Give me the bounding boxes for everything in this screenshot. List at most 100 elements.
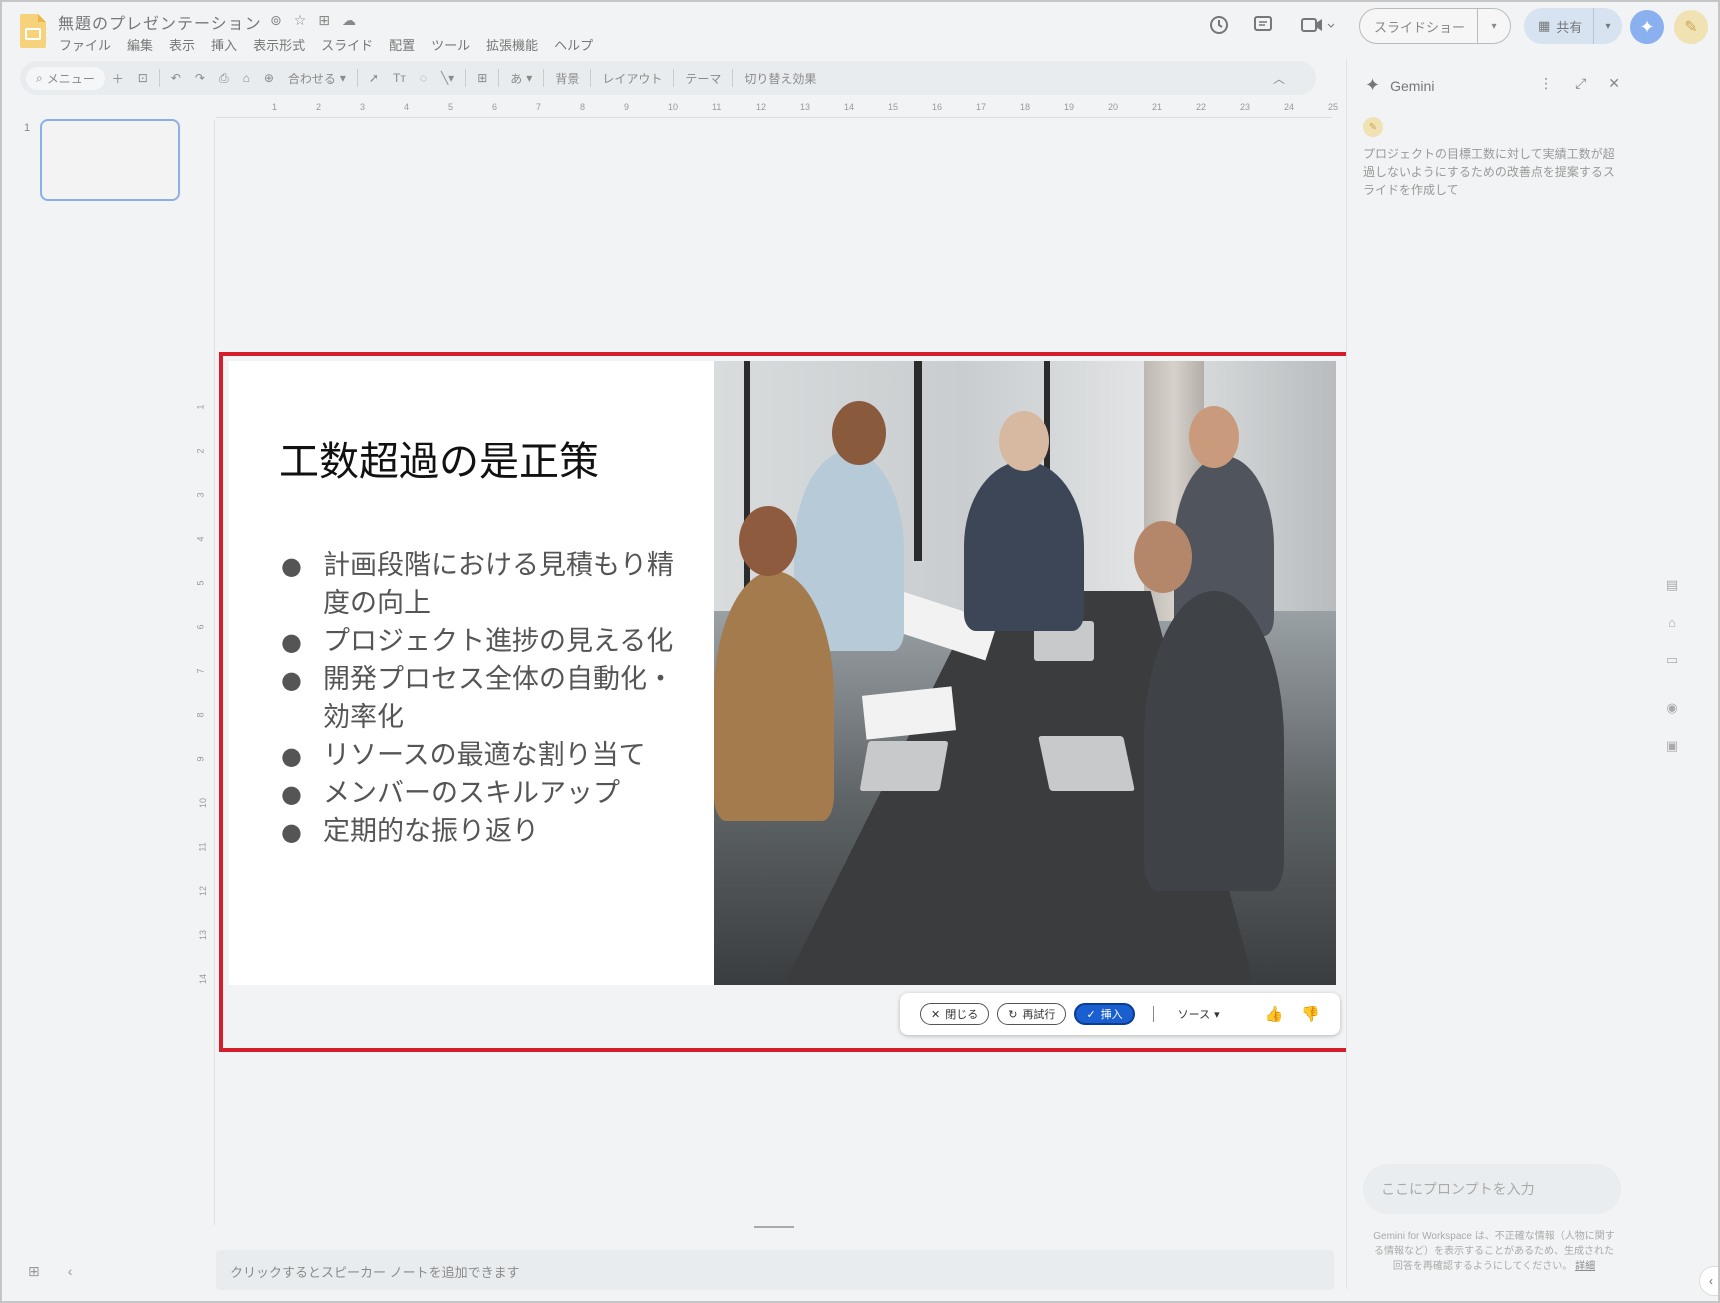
shape-icon[interactable]: ◌ bbox=[413, 71, 434, 85]
filmstrip bbox=[2, 102, 215, 1222]
ruler-tick-label: 11 bbox=[712, 102, 722, 112]
collapse-filmstrip-icon[interactable]: ‹ bbox=[68, 1263, 73, 1280]
menu-insert[interactable]: 挿入 bbox=[211, 35, 237, 54]
menu-view[interactable]: 表示 bbox=[169, 35, 195, 54]
new-slide-icon[interactable]: ＋ bbox=[105, 70, 131, 87]
select-cursor-icon[interactable]: ➚ bbox=[362, 71, 386, 85]
side-rail-toggle-icon[interactable]: ‹ bbox=[1699, 1266, 1718, 1296]
input-tools[interactable]: あ ▾ bbox=[503, 70, 539, 87]
ruler-tick-label: 22 bbox=[1196, 102, 1207, 112]
comment-add-icon[interactable]: ⊞ bbox=[470, 71, 494, 85]
ruler-tick-label: 23 bbox=[1240, 102, 1251, 112]
user-avatar: ✎ bbox=[1363, 117, 1383, 137]
slideshow-label[interactable]: スライドショー bbox=[1360, 9, 1478, 43]
star-icon[interactable]: ☆ bbox=[294, 12, 307, 29]
print-icon[interactable]: ⎙ bbox=[212, 71, 236, 86]
ruler-tick-label: 20 bbox=[1108, 102, 1119, 112]
gemini-panel: ✦ Gemini ⋮ ⤢ ✕ ✎ プロジェクトの目標工数に対して実績工数が超過し… bbox=[1346, 59, 1636, 1289]
ime-label: あ bbox=[510, 71, 523, 86]
ruler-tick-label: 21 bbox=[1152, 102, 1163, 112]
menu-search[interactable]: ⌕ メニュー bbox=[26, 66, 105, 90]
gemini-sparkle-icon[interactable]: ✦ bbox=[1630, 10, 1664, 44]
share-label: 共有 bbox=[1556, 19, 1583, 35]
zoom-icon[interactable]: ⊕ bbox=[257, 71, 281, 85]
collapse-toolbar-icon[interactable]: ︿ bbox=[1266, 70, 1292, 87]
ruler-tick-label: 2 bbox=[316, 102, 322, 112]
ruler-tick-label: 17 bbox=[976, 102, 987, 112]
ruler-tick-label: 3 bbox=[360, 102, 366, 112]
app-window: 無題のプレゼンテーション ⊚ ☆ ⊞ ☁ ファイル 編集 表示 挿入 表示形式 … bbox=[1, 1, 1719, 1302]
menu-extensions[interactable]: 拡張機能 bbox=[486, 35, 538, 54]
ruler-tick-label: 16 bbox=[932, 102, 943, 112]
layout-button[interactable]: レイアウト bbox=[595, 70, 669, 87]
toolbar: ⌕ メニュー ＋ ⊡ ↶ ↷ ⎙ ⌂ ⊕ 合わせる ▾ ➚ Tт ◌ ╲▾ ⊞ あ… bbox=[20, 61, 1316, 95]
line-icon[interactable]: ╲▾ bbox=[434, 71, 461, 85]
menu-tools[interactable]: ツール bbox=[431, 35, 470, 54]
security-icon[interactable]: ⊚ bbox=[270, 12, 282, 29]
more-options-icon[interactable]: ⋮ bbox=[1539, 75, 1553, 92]
comments-icon[interactable] bbox=[1252, 14, 1274, 36]
notes-resize-handle[interactable] bbox=[754, 1226, 794, 1228]
menu-help[interactable]: ヘルプ bbox=[554, 35, 593, 54]
cloud-status-icon[interactable]: ☁ bbox=[342, 12, 356, 29]
side-rail: ▤ ⌂ ▭ ◉ ▣ bbox=[1652, 577, 1692, 754]
undo-icon[interactable]: ↶ bbox=[164, 71, 188, 85]
menu-format[interactable]: 表示形式 bbox=[253, 35, 305, 54]
theme-button[interactable]: テーマ bbox=[678, 70, 728, 87]
slideshow-button[interactable]: スライドショー ▾ bbox=[1359, 8, 1511, 44]
grid-view-icon[interactable]: ⊞ bbox=[28, 1263, 40, 1280]
top-bar: 無題のプレゼンテーション ⊚ ☆ ⊞ ☁ ファイル 編集 表示 挿入 表示形式 … bbox=[2, 2, 1718, 60]
details-link[interactable]: 詳細 bbox=[1575, 1261, 1595, 1272]
text-box-icon[interactable]: Tт bbox=[386, 71, 413, 85]
new-slide-layout-icon[interactable]: ⊡ bbox=[131, 71, 155, 85]
slides-logo-icon[interactable] bbox=[20, 14, 46, 48]
slide-thumbnail[interactable] bbox=[40, 119, 180, 201]
ruler-tick-label: 4 bbox=[404, 102, 410, 112]
move-folder-icon[interactable]: ⊞ bbox=[318, 12, 330, 29]
ruler-tick-label: 12 bbox=[756, 102, 767, 112]
history-icon[interactable] bbox=[1208, 14, 1230, 36]
menu-edit[interactable]: 編集 bbox=[127, 35, 153, 54]
ruler-tick-label: 13 bbox=[800, 102, 811, 112]
record-icon[interactable]: ◉ bbox=[1666, 700, 1677, 716]
folder-icon[interactable]: ▭ bbox=[1666, 652, 1678, 668]
ruler-tick-label: 19 bbox=[1064, 102, 1075, 112]
zoom-dropdown-icon: ▾ bbox=[339, 71, 346, 85]
gemini-title: Gemini bbox=[1390, 77, 1435, 94]
transition-button[interactable]: 切り替え効果 bbox=[737, 70, 823, 87]
camera-icon[interactable]: ▣ bbox=[1666, 738, 1678, 754]
ruler-tick-label: 14 bbox=[844, 102, 855, 112]
ruler-tick-label: 25 bbox=[1328, 102, 1339, 112]
contacts-icon[interactable]: ⌂ bbox=[1668, 615, 1676, 630]
menu-file[interactable]: ファイル bbox=[59, 35, 111, 54]
redo-icon[interactable]: ↷ bbox=[188, 71, 212, 85]
ruler-tick-label: 10 bbox=[668, 102, 679, 112]
paint-format-icon[interactable]: ⌂ bbox=[236, 71, 257, 85]
expand-icon[interactable]: ⤢ bbox=[1575, 75, 1586, 92]
share-building-icon: ▦ bbox=[1538, 18, 1551, 33]
gemini-icon: ✦ bbox=[1365, 75, 1381, 95]
zoom-select[interactable]: 合わせる ▾ bbox=[281, 70, 353, 87]
menu-bar: ファイル 編集 表示 挿入 表示形式 スライド 配置 ツール 拡張機能 ヘルプ bbox=[59, 35, 593, 54]
share-button[interactable]: ▦ 共有 ▾ bbox=[1524, 8, 1622, 44]
avatar[interactable]: ✎ bbox=[1674, 10, 1708, 44]
slideshow-dropdown-icon[interactable]: ▾ bbox=[1478, 21, 1510, 32]
ruler-tick-label: 1 bbox=[272, 102, 278, 112]
speaker-notes[interactable]: クリックするとスピーカー ノートを追加できます bbox=[216, 1250, 1334, 1290]
menu-slide[interactable]: スライド bbox=[321, 35, 373, 54]
background-button[interactable]: 背景 bbox=[548, 70, 586, 87]
disclaimer: Gemini for Workspace は、不正確な情報（人物に関する情報など… bbox=[1373, 1231, 1615, 1272]
ruler-tick-label: 5 bbox=[448, 102, 454, 112]
doc-title[interactable]: 無題のプレゼンテーション bbox=[58, 10, 262, 34]
menu-arrange[interactable]: 配置 bbox=[389, 35, 415, 54]
share-dropdown-icon[interactable]: ▾ bbox=[1594, 21, 1622, 32]
ruler-tick-label: 6 bbox=[492, 102, 498, 112]
ime-dropdown-icon: ▾ bbox=[526, 71, 533, 85]
zoom-label: 合わせる bbox=[287, 71, 336, 86]
prompt-input[interactable]: ここにプロンプトを入力 bbox=[1363, 1164, 1621, 1214]
close-panel-icon[interactable]: ✕ bbox=[1608, 75, 1620, 92]
keep-icon[interactable]: ▤ bbox=[1666, 577, 1678, 593]
search-icon: ⌕ bbox=[36, 70, 43, 85]
user-prompt: プロジェクトの目標工数に対して実績工数が超過しないようにするための改善点を提案す… bbox=[1363, 147, 1615, 197]
meet-icon[interactable] bbox=[1300, 14, 1334, 36]
